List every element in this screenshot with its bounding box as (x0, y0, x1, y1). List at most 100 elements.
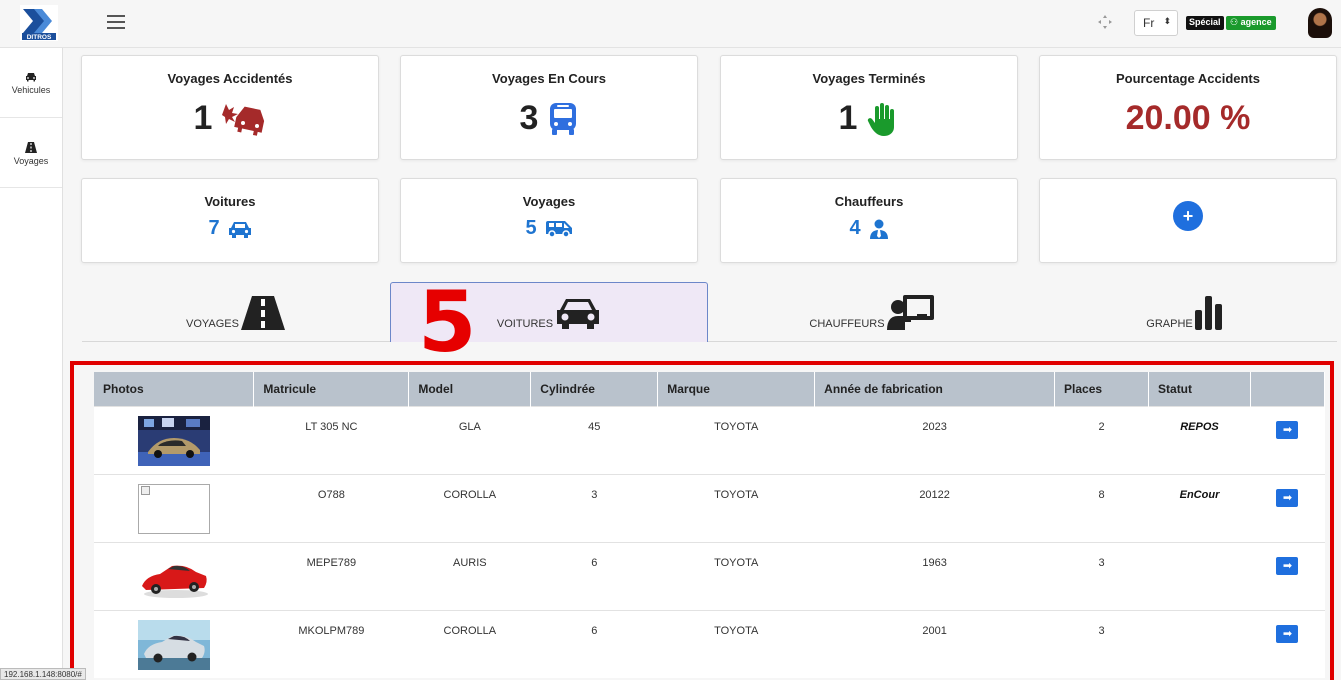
tab-chauffeurs[interactable]: CHAUFFEURS (722, 282, 1022, 342)
table-row[interactable]: O788 COROLLA 3 TOYOTA 20122 8 EnCour ➡ (94, 473, 1325, 542)
stat-value: 3 (519, 99, 539, 137)
column-header[interactable]: Statut (1148, 372, 1251, 406)
matricule-cell: LT 305 NC (253, 405, 409, 474)
table-row[interactable]: MKOLPM789 COROLLA 6 TOYOTA 2001 3 ➡ (94, 609, 1325, 678)
marque-cell: TOYOTA (657, 609, 815, 678)
table-row[interactable]: LT 305 NC GLA 45 TOYOTA 2023 2 REPOS ➡ (94, 405, 1325, 474)
annee-cell: 2001 (814, 609, 1055, 678)
matricule-cell: MKOLPM789 (253, 609, 409, 678)
sidebar-item-label: Voyages (13, 156, 49, 166)
car-showroom-photo (137, 415, 210, 466)
silver-sedan-photo (137, 619, 210, 670)
tab-graphe[interactable]: GRAPHE (1032, 282, 1337, 342)
arrow-right-icon[interactable]: ➡ (1276, 420, 1299, 439)
car-icon (228, 221, 251, 238)
user-outline-icon: ⚇ (1230, 17, 1241, 27)
car-crash-icon (222, 103, 265, 136)
places-cell: 2 (1054, 405, 1149, 474)
road-icon (240, 296, 285, 330)
top-bar: DITROS Fr ⬍ Spécial ⚇ agence (0, 0, 1341, 48)
column-header[interactable]: Model (408, 372, 532, 406)
agency-badge: ⚇ agence (1226, 16, 1276, 30)
broken-image-icon (137, 483, 210, 534)
action-cell: ➡ (1250, 541, 1325, 610)
places-cell: 3 (1054, 609, 1149, 678)
action-cell: ➡ (1250, 609, 1325, 678)
ditros-logo[interactable]: DITROS (20, 5, 58, 41)
cylindree-cell: 3 (530, 473, 658, 542)
arrow-right-icon[interactable]: ➡ (1276, 488, 1299, 507)
card-title: Voyages Accidentés (167, 71, 293, 86)
marque-cell: TOYOTA (657, 541, 815, 610)
column-header[interactable]: Places (1054, 372, 1150, 406)
cylindree-cell: 45 (530, 405, 658, 474)
photo-cell (94, 541, 254, 610)
stat-card-en-cours: Voyages En Cours 3 (400, 55, 698, 160)
user-avatar[interactable] (1308, 8, 1332, 38)
tab-label: CHAUFFEURS (809, 318, 885, 330)
add-button[interactable]: + (1173, 201, 1203, 231)
column-header[interactable]: Année de fabrication (814, 372, 1056, 406)
annee-cell: 2023 (814, 405, 1055, 474)
tab-label: GRAPHE (1146, 318, 1193, 330)
sidebar-item-voyages[interactable]: Voyages (0, 118, 62, 188)
statut-cell: EnCour (1148, 473, 1251, 542)
card-title: Voitures (204, 194, 256, 209)
count-card-voitures[interactable]: Voitures 7 (81, 178, 379, 263)
arrow-right-icon[interactable]: ➡ (1276, 556, 1299, 575)
road-icon (25, 142, 37, 153)
tab-label: VOYAGES (186, 318, 239, 330)
card-title: Voyages En Cours (492, 71, 606, 86)
marque-cell: TOYOTA (657, 473, 815, 542)
vehicles-table: Photos Matricule Model Cylindrée Marque … (94, 372, 1326, 678)
column-header[interactable]: Cylindrée (530, 372, 659, 406)
statut-cell (1148, 609, 1251, 678)
tab-voyages[interactable]: VOYAGES (82, 282, 389, 342)
places-cell: 8 (1054, 473, 1149, 542)
table-header-row: Photos Matricule Model Cylindrée Marque … (94, 372, 1326, 406)
van-icon (545, 220, 572, 238)
red-sports-car-photo (137, 551, 210, 602)
tab-label: VOITURES (496, 318, 554, 330)
action-cell: ➡ (1250, 473, 1325, 542)
action-cell: ➡ (1250, 405, 1325, 474)
tab-bar: VOYAGES VOITURES CHAUFFEURS GRAPHE (82, 282, 1337, 342)
column-header[interactable]: Marque (657, 372, 816, 406)
language-select[interactable]: Fr ⬍ (1134, 10, 1178, 36)
cylindree-cell: 6 (530, 541, 658, 610)
count-card-chauffeurs[interactable]: Chauffeurs 4 (720, 178, 1018, 263)
matricule-cell: MEPE789 (253, 541, 409, 610)
annee-cell: 20122 (814, 473, 1055, 542)
move-arrows-icon[interactable] (1097, 14, 1113, 30)
menu-toggle-icon[interactable] (107, 15, 125, 29)
browser-status-url: 192.168.1.148:8080/# (0, 668, 86, 680)
bus-icon (550, 102, 577, 135)
matricule-cell: O788 (253, 473, 409, 542)
hand-stop-icon (868, 102, 895, 136)
table-row[interactable]: MEPE789 AURIS 6 TOYOTA 1963 3 ➡ (94, 541, 1325, 610)
agency-label: agence (1240, 17, 1272, 27)
stat-card-pourcentage: Pourcentage Accidents 20.00 % (1039, 55, 1337, 160)
bar-chart-icon (1194, 296, 1222, 330)
stat-value: 1 (838, 99, 858, 137)
count-card-voyages[interactable]: Voyages 5 (400, 178, 698, 263)
arrow-right-icon[interactable]: ➡ (1276, 624, 1299, 643)
column-header[interactable]: Matricule (253, 372, 410, 406)
count-value: 7 (208, 217, 220, 239)
sidebar-item-vehicules[interactable]: Vehicules (0, 48, 62, 118)
user-tie-icon (869, 219, 888, 239)
statut-cell (1148, 541, 1251, 610)
model-cell: COROLLA (408, 609, 531, 678)
card-title: Voyages (522, 194, 576, 209)
photo-cell (94, 405, 254, 474)
chalkboard-teacher-icon (886, 295, 934, 330)
stat-card-termines: Voyages Terminés 1 (720, 55, 1018, 160)
column-header (1250, 372, 1326, 406)
column-header[interactable]: Photos (94, 372, 255, 406)
photo-cell (94, 609, 254, 678)
stat-value: 1 (193, 99, 213, 137)
statut-cell: REPOS (1148, 405, 1251, 474)
annotation-number: 5 (418, 273, 477, 371)
count-value: 4 (849, 217, 861, 239)
language-value: Fr (1143, 16, 1155, 30)
